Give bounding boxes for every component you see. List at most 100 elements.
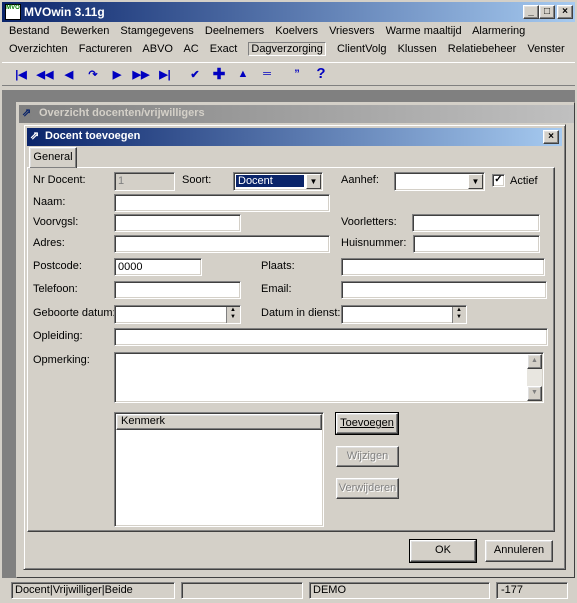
dialog-title: Docent toevoegen (45, 130, 141, 142)
menu-warme-maaltijd[interactable]: Warme maaltijd (386, 25, 462, 37)
geboorte-datum-label: Geboorte datum: (33, 307, 116, 319)
email-input[interactable] (341, 281, 547, 299)
voorvgsl-input[interactable] (114, 214, 241, 232)
menu-vriesvers[interactable]: Vriesvers (329, 25, 374, 37)
soort-label: Soort: (182, 174, 212, 186)
toevoegen-label: Toevoegen (340, 417, 394, 429)
close-app-button[interactable]: × (557, 5, 573, 19)
scroll-down-icon[interactable]: ▼ (527, 386, 542, 401)
toevoegen-button[interactable]: Toevoegen (335, 412, 399, 435)
verwijderen-button[interactable]: Verwijderen (336, 478, 399, 499)
verwijderen-label: Verwijderen (338, 482, 397, 494)
rewind-icon[interactable]: ◀◀ (36, 68, 54, 81)
kenmerk-header-label: Kenmerk (121, 415, 166, 427)
actief-label: Actief (510, 175, 538, 187)
adres-label: Adres: (33, 237, 65, 249)
menu-dagverzorging[interactable]: Dagverzorging (248, 42, 326, 56)
soort-dropdown-icon[interactable]: ▼ (306, 174, 321, 189)
child-window-icon: ⇗ (22, 107, 32, 119)
soort-value: Docent (236, 175, 304, 187)
child-window-title: Overzicht docenten/vrijwilligers (39, 107, 205, 119)
plaats-label: Plaats: (261, 260, 295, 272)
menu-clientvolg[interactable]: ClientVolg (337, 43, 387, 55)
menu-overzichten[interactable]: Overzichten (9, 43, 68, 55)
next-icon[interactable]: ▶ (108, 68, 126, 81)
datum-in-dienst-input[interactable]: ▲ ▼ (341, 305, 467, 324)
adres-input[interactable] (114, 235, 330, 253)
app-logo-icon: MVO (5, 4, 21, 20)
geboorte-spinner-icon[interactable]: ▲ ▼ (226, 307, 239, 323)
maximize-button[interactable]: □ (539, 5, 555, 19)
help-icon[interactable]: ? (312, 65, 330, 82)
huisnummer-input[interactable] (413, 235, 540, 253)
wijzigen-label: Wijzigen (346, 450, 389, 462)
opmerking-textarea[interactable]: ▲ ▼ (114, 352, 544, 403)
opleiding-input[interactable] (114, 328, 548, 346)
dialog-titlebar[interactable]: ⇗ Docent toevoegen × (27, 128, 562, 146)
status-db: DEMO (309, 582, 490, 599)
quote-icon[interactable]: ” (288, 68, 306, 80)
nr-docent-field: 1 (114, 172, 175, 191)
telefoon-input[interactable] (114, 281, 241, 299)
jump-icon[interactable]: ↷ (84, 68, 102, 81)
previous-icon[interactable]: ◀ (60, 68, 78, 81)
ok-button[interactable]: OK (409, 539, 477, 563)
confirm-icon[interactable]: ✔ (186, 68, 204, 81)
annuleren-button[interactable]: Annuleren (485, 540, 553, 562)
scroll-up-icon[interactable]: ▲ (527, 354, 542, 369)
app-titlebar[interactable]: MVO MVOwin 3.11g _ □ × (2, 2, 575, 22)
menu-relatiebeheer[interactable]: Relatiebeheer (448, 43, 517, 55)
aanhef-dropdown-icon[interactable]: ▼ (468, 174, 483, 189)
menu-factureren[interactable]: Factureren (79, 43, 132, 55)
actief-checkbox[interactable]: ✓ (492, 174, 505, 187)
minimize-button[interactable]: _ (523, 5, 539, 19)
postcode-value: 0000 (118, 261, 143, 273)
menu-alarmering[interactable]: Alarmering (472, 25, 525, 37)
annuleren-label: Annuleren (493, 544, 545, 556)
tab-general[interactable]: General (29, 147, 77, 168)
kenmerk-list[interactable]: Kenmerk (114, 412, 324, 527)
opmerking-scrollbar[interactable]: ▲ ▼ (527, 354, 542, 401)
menu-bewerken[interactable]: Bewerken (60, 25, 109, 37)
status-mode: Docent|Vrijwilliger|Beide (11, 582, 175, 599)
add-icon[interactable]: ✚ (210, 65, 228, 83)
menu-venster[interactable]: Venster (527, 43, 564, 55)
child-titlebar[interactable]: ⇗ Overzicht docenten/vrijwilligers (19, 105, 574, 123)
status-mode-text: Docent|Vrijwilliger|Beide (15, 584, 133, 596)
status-db-text: DEMO (313, 584, 346, 596)
menu-bar-row1: Bestand Bewerken Stamgegevens Deelnemers… (9, 25, 533, 37)
datum-in-dienst-label: Datum in dienst: (261, 307, 341, 319)
telefoon-label: Telefoon: (33, 283, 78, 295)
menu-stamgegevens[interactable]: Stamgegevens (120, 25, 193, 37)
menu-klussen[interactable]: Klussen (398, 43, 437, 55)
nr-docent-label: Nr Docent: (33, 174, 86, 186)
edit-icon[interactable]: ▲ (234, 68, 252, 80)
menu-bar-row2: Overzichten Factureren ABVO AC Exact Dag… (9, 42, 573, 56)
menu-ac[interactable]: AC (183, 43, 198, 55)
cancel-icon[interactable]: ═ (258, 68, 276, 80)
soort-select[interactable]: Docent ▼ (233, 172, 323, 191)
fast-forward-icon[interactable]: ▶▶ (132, 68, 150, 81)
naam-input[interactable] (114, 194, 330, 212)
plaats-input[interactable] (341, 258, 545, 276)
ok-label: OK (435, 544, 451, 556)
opmerking-label: Opmerking: (33, 354, 90, 366)
kenmerk-header[interactable]: Kenmerk (116, 414, 322, 430)
menu-deelnemers[interactable]: Deelnemers (205, 25, 264, 37)
menu-exact[interactable]: Exact (210, 43, 238, 55)
nr-docent-value: 1 (118, 175, 125, 187)
postcode-input[interactable]: 0000 (114, 258, 202, 276)
dienst-spinner-icon[interactable]: ▲ ▼ (452, 307, 465, 323)
wijzigen-button[interactable]: Wijzigen (336, 446, 399, 467)
voorletters-input[interactable] (412, 214, 540, 232)
dialog-close-button[interactable]: × (543, 130, 559, 144)
geboorte-datum-input[interactable]: ▲ ▼ (114, 305, 241, 324)
menu-abvo[interactable]: ABVO (142, 43, 173, 55)
aanhef-select[interactable]: ▼ (394, 172, 485, 191)
first-record-icon[interactable]: |◀ (12, 68, 30, 81)
last-record-icon[interactable]: ▶| (156, 68, 174, 81)
menu-bestand[interactable]: Bestand (9, 25, 49, 37)
menu-koelvers[interactable]: Koelvers (275, 25, 318, 37)
voorletters-label: Voorletters: (341, 216, 397, 228)
status-count: -177 (496, 582, 568, 599)
